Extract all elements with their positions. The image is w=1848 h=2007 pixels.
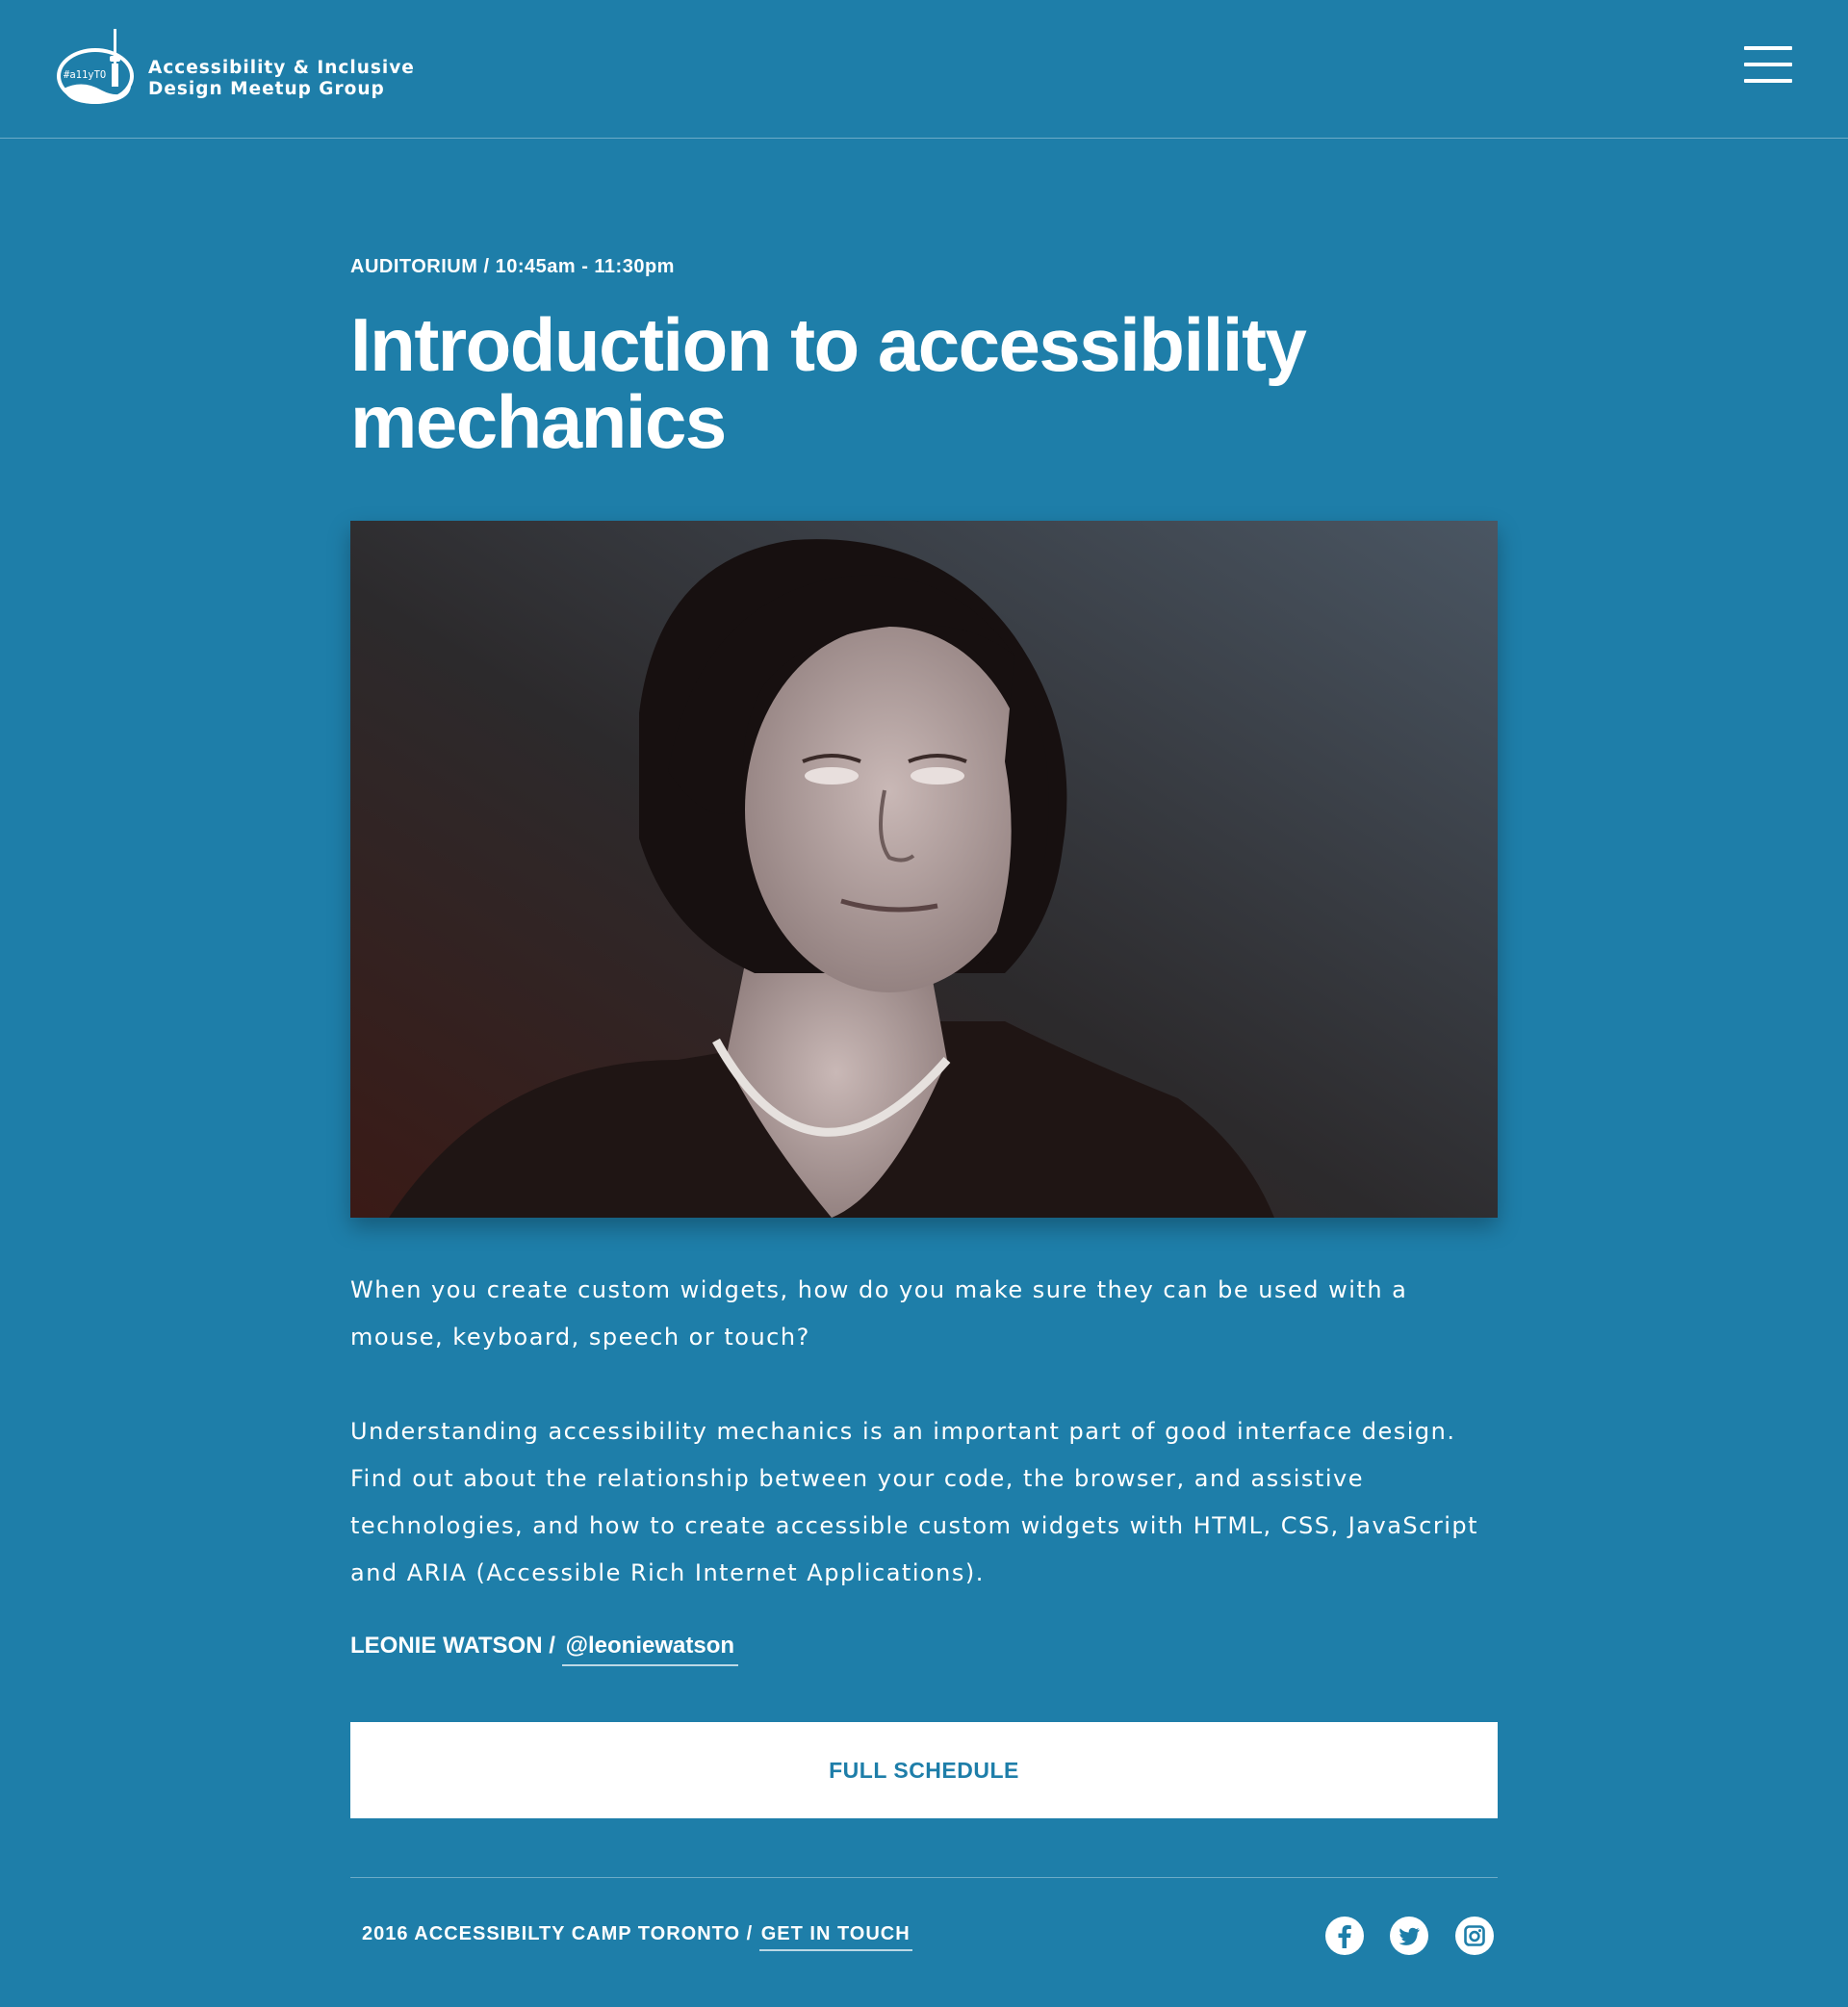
menu-bar: [1744, 63, 1792, 66]
menu-bar: [1744, 79, 1792, 83]
page-title: Introduction to accessibility mechanics: [350, 302, 1307, 464]
brand-line-2: Design Meetup Group: [148, 79, 385, 99]
footer-credit: 2016 ACCESSIBILTY CAMP TORONTO / GET IN …: [362, 1923, 912, 1951]
session-meta: AUDITORIUM / 10:45am - 11:30pm: [350, 256, 675, 277]
svg-text:#a11yTO: #a11yTO: [64, 69, 106, 81]
session-description-2: Understanding accessibility mechanics is…: [350, 1418, 1479, 1586]
session-location: AUDITORIUM: [350, 256, 478, 277]
brand-line-1: Accessibility & Inclusive: [148, 58, 415, 78]
session-time: 10:45am - 11:30pm: [495, 256, 675, 277]
brand-name[interactable]: Accessibility & Inclusive Design Meetup …: [148, 58, 415, 100]
speaker-photo: [350, 521, 1498, 1218]
speaker-name: LEONIE WATSON: [350, 1633, 543, 1659]
facebook-icon[interactable]: [1325, 1917, 1364, 1955]
logo-icon: #a11yTO: [57, 29, 134, 104]
site-header: #a11yTO Accessibility & Inclusive Design…: [0, 0, 1848, 139]
hamburger-menu-icon[interactable]: [1744, 46, 1792, 87]
get-in-touch-link[interactable]: GET IN TOUCH: [758, 1923, 912, 1951]
twitter-icon[interactable]: [1390, 1917, 1428, 1955]
speaker-twitter-link[interactable]: @leoniewatson: [561, 1633, 739, 1666]
menu-bar: [1744, 46, 1792, 50]
session-description-1: When you create custom widgets, how do y…: [350, 1276, 1408, 1351]
speaker-credit: LEONIE WATSON / @leoniewatson: [350, 1633, 739, 1666]
a11yto-logo[interactable]: #a11yTO: [54, 21, 141, 110]
instagram-icon[interactable]: [1455, 1917, 1494, 1955]
full-schedule-button[interactable]: FULL SCHEDULE: [350, 1722, 1498, 1818]
footer-divider: [350, 1877, 1498, 1878]
footer-event-name: 2016 ACCESSIBILTY CAMP TORONTO: [362, 1923, 741, 1944]
speaker-portrait-image: [350, 521, 1498, 1218]
